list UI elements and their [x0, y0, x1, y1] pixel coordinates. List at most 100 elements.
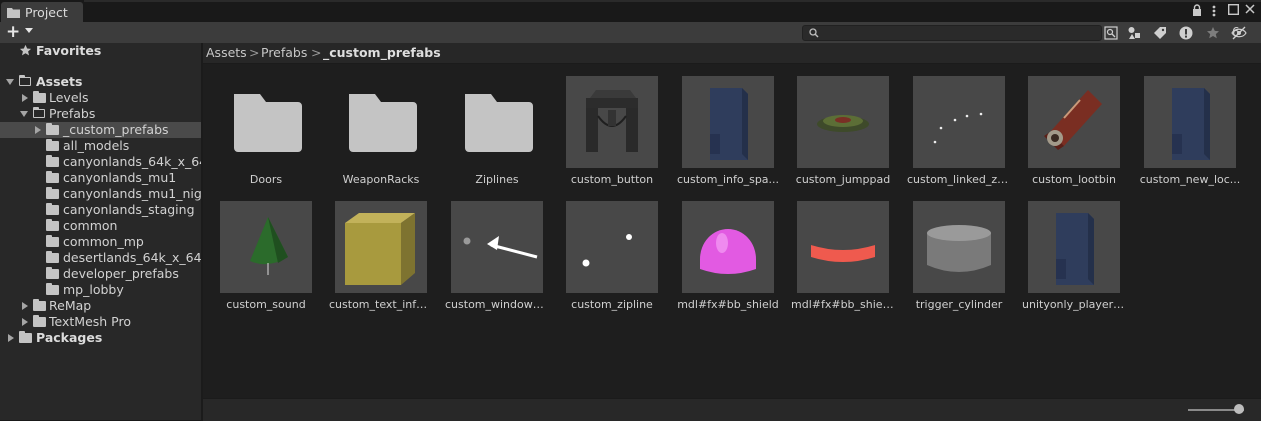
- tree-mp-lobby[interactable]: mp_lobby: [0, 282, 201, 298]
- tree-label: Favorites: [36, 43, 102, 58]
- breadcrumb-prefabs[interactable]: Prefabs: [261, 45, 307, 60]
- chevron-right-icon[interactable]: [22, 94, 28, 102]
- asset-item[interactable]: custom_info_spa...: [676, 76, 780, 196]
- tree-packages[interactable]: Packages: [0, 330, 201, 346]
- asset-browser: Assets > Prefabs > _custom_prefabs Doors…: [203, 43, 1261, 421]
- breadcrumb-separator: >: [249, 45, 260, 60]
- tree-custom-prefabs[interactable]: _custom_prefabs: [0, 122, 201, 138]
- asset-item[interactable]: WeaponRacks: [329, 76, 433, 196]
- chevron-right-icon[interactable]: [35, 126, 41, 134]
- asset-item[interactable]: custom_window_h...: [445, 201, 549, 321]
- tag-icon[interactable]: [1151, 24, 1169, 42]
- chevron-right-icon[interactable]: [22, 318, 28, 326]
- lootbin-thumbnail: [1028, 76, 1120, 168]
- tree-all-models[interactable]: all_models: [0, 138, 201, 154]
- asset-item[interactable]: custom_linked_zipl...: [907, 76, 1011, 196]
- folder-icon: [46, 267, 59, 279]
- asset-item[interactable]: Ziplines: [445, 76, 549, 196]
- asset-label: unityonly_player_...: [1022, 298, 1126, 311]
- chevron-right-icon[interactable]: [8, 334, 14, 342]
- tree-label: common: [63, 218, 118, 233]
- tree-favorites[interactable]: Favorites: [0, 43, 201, 59]
- tree-label: Assets: [36, 74, 83, 89]
- jumppad-thumbnail: [797, 76, 889, 168]
- add-button[interactable]: +: [6, 23, 20, 41]
- tree-label: Levels: [49, 90, 89, 105]
- search-by-type-icon[interactable]: [1102, 24, 1120, 42]
- asset-item[interactable]: mdl#fx#bb_shield: [676, 201, 780, 321]
- chevron-down-icon[interactable]: [6, 79, 14, 85]
- tree-canyonlands-mu1-night[interactable]: canyonlands_mu1_night: [0, 186, 201, 202]
- tree-common-mp[interactable]: common_mp: [0, 234, 201, 250]
- asset-label: custom_text_info...: [329, 298, 433, 311]
- hidden-packages-icon[interactable]: [1211, 24, 1247, 42]
- chevron-down-icon[interactable]: [25, 28, 33, 33]
- tab-project[interactable]: Project: [1, 2, 83, 22]
- tree-canyonlands-staging[interactable]: canyonlands_staging: [0, 202, 201, 218]
- chevron-down-icon[interactable]: [20, 111, 28, 117]
- folder-icon: [46, 219, 59, 231]
- chevron-right-icon[interactable]: [22, 302, 28, 310]
- tree-common[interactable]: common: [0, 218, 201, 234]
- tree-desertlands-64k[interactable]: desertlands_64k_x_64k: [0, 250, 201, 266]
- filter-by-type-icon[interactable]: [1125, 24, 1143, 42]
- tree-levels[interactable]: Levels: [0, 90, 201, 106]
- asset-label: custom_button: [570, 173, 654, 186]
- asset-item[interactable]: custom_button: [560, 76, 664, 196]
- asset-item[interactable]: custom_jumppad: [791, 76, 895, 196]
- asset-item[interactable]: custom_lootbin: [1022, 76, 1126, 196]
- folder-icon: [46, 283, 59, 295]
- breadcrumb-separator: >: [311, 45, 322, 60]
- folder-icon: [33, 299, 46, 311]
- asset-label: trigger_cylinder: [915, 298, 1003, 311]
- search-input[interactable]: [821, 26, 1096, 40]
- warning-icon[interactable]: [1177, 24, 1195, 42]
- tree-label: canyonlands_staging: [63, 202, 195, 217]
- tree-developer-prefabs[interactable]: developer_prefabs: [0, 266, 201, 282]
- menu-icon[interactable]: [1212, 5, 1216, 17]
- breadcrumb-assets[interactable]: Assets: [206, 45, 247, 60]
- folder-icon: [451, 76, 543, 168]
- folder-open-icon: [18, 74, 31, 86]
- tree-prefabs[interactable]: Prefabs: [0, 106, 201, 122]
- zoom-slider-handle[interactable]: [1234, 404, 1244, 414]
- tree-label: desertlands_64k_x_64k: [63, 250, 201, 265]
- project-tree: Favorites Assets Levels Prefabs _custom_…: [0, 43, 201, 420]
- tree-canyonlands-64k[interactable]: canyonlands_64k_x_64k: [0, 154, 201, 170]
- tree-label: Prefabs: [49, 106, 96, 121]
- arrow-thumbnail: [451, 201, 543, 293]
- tree-remap[interactable]: ReMap: [0, 298, 201, 314]
- close-icon[interactable]: [1245, 4, 1255, 14]
- tree-canyonlands-mu1[interactable]: canyonlands_mu1: [0, 170, 201, 186]
- lock-icon[interactable]: [1192, 4, 1202, 16]
- tree-label: canyonlands_mu1_night: [63, 186, 201, 201]
- search-field[interactable]: [802, 25, 1102, 41]
- asset-item[interactable]: custom_new_loc...: [1138, 76, 1242, 196]
- asset-item[interactable]: custom_text_info...: [329, 201, 433, 321]
- asset-item[interactable]: custom_zipline: [560, 201, 664, 321]
- asset-label: custom_window_h...: [445, 298, 549, 311]
- asset-item[interactable]: unityonly_player_...: [1022, 201, 1126, 321]
- folder-icon: [335, 76, 427, 168]
- folder-icon: [46, 251, 59, 263]
- asset-label: Doors: [249, 173, 283, 186]
- tree-label: canyonlands_64k_x_64k: [63, 154, 201, 169]
- asset-item[interactable]: Doors: [214, 76, 318, 196]
- tree-label: common_mp: [63, 234, 144, 249]
- tree-assets[interactable]: Assets: [0, 74, 201, 90]
- cylinder-thumbnail: [913, 201, 1005, 293]
- asset-item[interactable]: mdl#fx#bb_shield...: [791, 201, 895, 321]
- pink-dome-thumbnail: [682, 201, 774, 293]
- maximize-icon[interactable]: [1228, 4, 1239, 15]
- dots-thumbnail: [913, 76, 1005, 168]
- asset-label: custom_new_loc...: [1139, 173, 1241, 186]
- red-ring-thumbnail: [797, 201, 889, 293]
- folder-icon: [46, 235, 59, 247]
- folder-icon: [33, 91, 46, 103]
- blue-box-thumbnail: [682, 76, 774, 168]
- breadcrumb-current[interactable]: _custom_prefabs: [323, 45, 441, 60]
- asset-item[interactable]: custom_sound: [214, 201, 318, 321]
- asset-item[interactable]: trigger_cylinder: [907, 201, 1011, 321]
- tree-label: _custom_prefabs: [63, 122, 169, 137]
- tree-textmesh-pro[interactable]: TextMesh Pro: [0, 314, 201, 330]
